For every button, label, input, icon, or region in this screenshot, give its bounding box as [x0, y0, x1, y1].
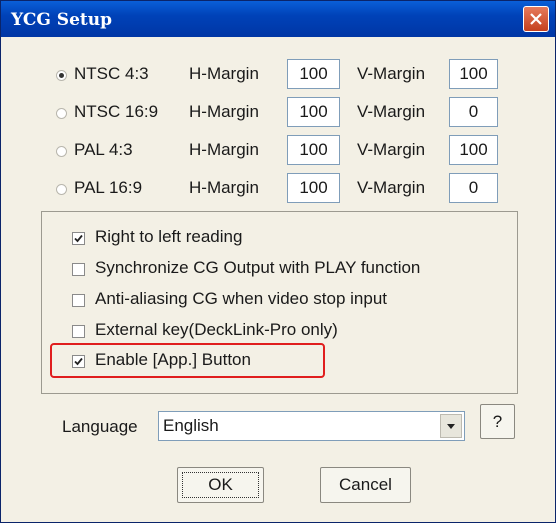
checkbox-right-to-left[interactable]: [72, 232, 85, 245]
close-icon: [530, 13, 542, 25]
v-margin-label: V-Margin: [357, 64, 426, 83]
close-button[interactable]: [523, 6, 549, 32]
h-margin-label: H-Margin: [189, 64, 259, 83]
option-label: Synchronize CG Output with PLAY function: [95, 258, 421, 277]
v-margin-input[interactable]: 0: [449, 97, 498, 127]
chevron-down-icon: [447, 424, 455, 429]
language-dropdown-button[interactable]: [440, 414, 462, 438]
option-label: Anti-aliasing CG when video stop input: [95, 289, 387, 308]
radio-ntsc-16-9[interactable]: [56, 108, 67, 119]
check-icon: [74, 234, 83, 243]
checkbox-sync-play[interactable]: [72, 263, 85, 276]
h-margin-input[interactable]: 100: [287, 173, 340, 203]
option-label: Right to left reading: [95, 227, 243, 246]
h-margin-label: H-Margin: [189, 140, 259, 159]
format-label: PAL 16:9: [74, 178, 143, 197]
v-margin-label: V-Margin: [357, 178, 426, 197]
v-margin-input[interactable]: 100: [449, 135, 498, 165]
option-label: Enable [App.] Button: [95, 350, 251, 369]
v-margin-label: V-Margin: [357, 140, 426, 159]
v-margin-input[interactable]: 100: [449, 59, 498, 89]
format-label: NTSC 16:9: [74, 102, 159, 121]
cancel-button[interactable]: Cancel: [320, 467, 411, 503]
window-title: YCG Setup: [11, 10, 112, 30]
h-margin-input[interactable]: 100: [287, 59, 340, 89]
dialog-window: YCG Setup NTSC 4:3 H-Margin 100 V-Margin…: [0, 0, 556, 523]
format-label: NTSC 4:3: [74, 64, 149, 83]
checkbox-external-key[interactable]: [72, 325, 85, 338]
language-select[interactable]: English: [158, 411, 465, 441]
ok-button[interactable]: OK: [177, 467, 264, 503]
radio-pal-4-3[interactable]: [56, 146, 67, 157]
check-icon: [74, 357, 83, 366]
h-margin-label: H-Margin: [189, 178, 259, 197]
h-margin-input[interactable]: 100: [287, 97, 340, 127]
checkbox-anti-aliasing[interactable]: [72, 294, 85, 307]
format-label: PAL 4:3: [74, 140, 133, 159]
option-label: External key(DeckLink-Pro only): [95, 320, 338, 339]
help-button[interactable]: ?: [480, 404, 515, 439]
title-bar[interactable]: YCG Setup: [1, 1, 555, 37]
language-value: English: [163, 416, 219, 435]
h-margin-input[interactable]: 100: [287, 135, 340, 165]
checkbox-enable-app-button[interactable]: [72, 355, 85, 368]
focus-ring: [182, 472, 259, 498]
radio-pal-16-9[interactable]: [56, 184, 67, 195]
v-margin-label: V-Margin: [357, 102, 426, 121]
radio-ntsc-4-3[interactable]: [56, 70, 67, 81]
h-margin-label: H-Margin: [189, 102, 259, 121]
language-label: Language: [62, 417, 138, 436]
v-margin-input[interactable]: 0: [449, 173, 498, 203]
